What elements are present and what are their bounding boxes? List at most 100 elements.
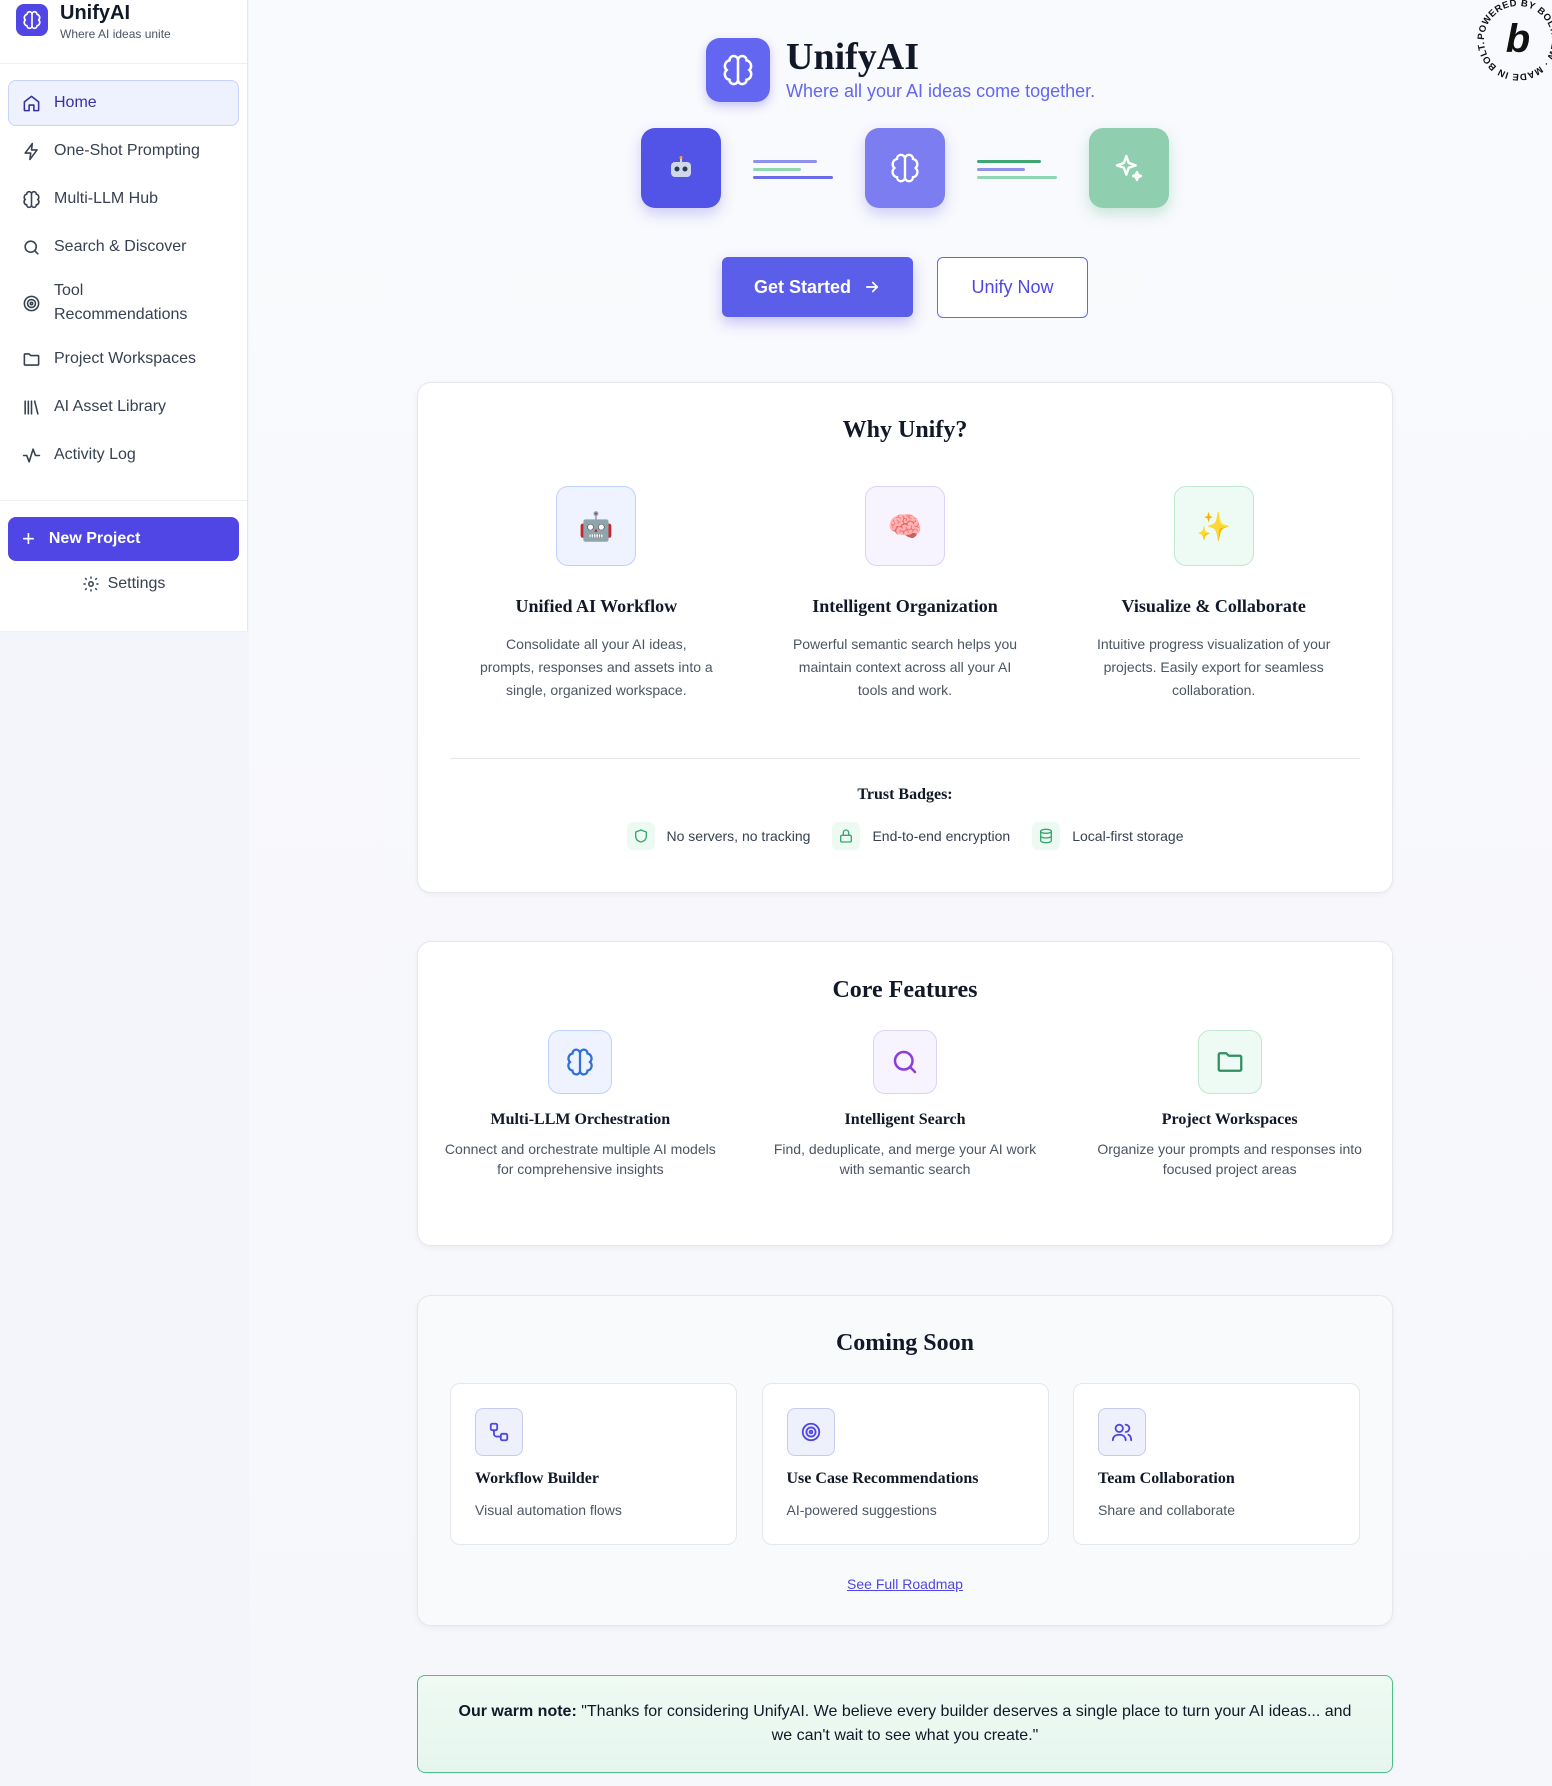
hero-actions: Get Started Unify Now: [722, 257, 1088, 318]
section-title: Core Features: [832, 977, 978, 1003]
coming-soon-card: Coming Soon Workflow Builder Visual auto…: [417, 1295, 1393, 1626]
sidebar-item-label: Tool Recommendations: [54, 282, 188, 323]
sidebar-item-multi-llm-hub[interactable]: Multi-LLM Hub: [8, 176, 239, 222]
sidebar-item-label: Project Workspaces: [54, 350, 196, 367]
hero-title: UnifyAI: [786, 36, 920, 78]
brand[interactable]: UnifyAI Where AI ideas unite: [0, 0, 247, 64]
connector-lines: [977, 148, 1057, 188]
divider: [450, 758, 1360, 759]
trust-badge-label: End-to-end encryption: [872, 828, 1011, 844]
lock-icon: [832, 822, 861, 850]
trust-badges: No servers, no tracking End-to-end encry…: [418, 822, 1392, 850]
feature-item: Intelligent Search Find, deduplicate, an…: [743, 1030, 1068, 1179]
brain-icon: [16, 4, 48, 36]
search-icon: [21, 237, 41, 257]
trust-badge: Local-first storage: [1032, 822, 1184, 850]
get-started-label: Get Started: [753, 276, 852, 297]
settings-label: Settings: [107, 575, 166, 592]
see-full-roadmap-link[interactable]: See Full Roadmap: [418, 1576, 1392, 1592]
lightning-icon: [21, 141, 41, 161]
brand-subtitle: Where AI ideas unite: [60, 27, 171, 41]
main-content: POWERED BY BOLT.NEW · MADE IN BOLT.NEW ·…: [249, 0, 1552, 1786]
sidebar-item-label: Home: [54, 94, 97, 111]
bolt-badge-letter: b: [1506, 17, 1530, 61]
arrow-right-icon: [863, 278, 881, 296]
warm-note-text: "Thanks for considering UnifyAI. We beli…: [581, 1703, 1352, 1744]
brain-icon: [548, 1030, 613, 1094]
coming-soon-item: Workflow Builder Visual automation flows: [450, 1383, 737, 1545]
brain-icon: [706, 37, 770, 102]
coming-soon-title: Team Collaboration: [1098, 1470, 1235, 1487]
feature-item: 🧠 Intelligent Organization Powerful sema…: [751, 486, 1060, 702]
settings-link[interactable]: Settings: [0, 575, 247, 593]
sidebar-item-label: One-Shot Prompting: [54, 142, 200, 159]
target-icon: [786, 1408, 835, 1456]
warm-note: Our warm note: "Thanks for considering U…: [417, 1675, 1393, 1773]
section-title: Why Unify?: [842, 417, 968, 443]
svg-text:POWERED BY BOLT.NEW · MADE IN: POWERED BY BOLT.NEW · MADE IN BOLT.NEW ·: [1452, 0, 1552, 82]
coming-soon-title: Use Case Recommendations: [786, 1470, 979, 1487]
feature-title: Multi-LLM Orchestration: [490, 1111, 671, 1128]
connector-lines: [753, 148, 833, 188]
feature-item: Project Workspaces Organize your prompts…: [1067, 1030, 1392, 1179]
coming-soon-description: Share and collaborate: [1098, 1502, 1235, 1518]
brand-title: UnifyAI: [60, 2, 130, 24]
coming-soon-item: Use Case Recommendations AI-powered sugg…: [761, 1383, 1049, 1545]
get-started-button[interactable]: Get Started: [722, 257, 913, 317]
sidebar-nav: Home One-Shot Prompting Multi-LLM Hub Se…: [0, 64, 247, 478]
robot-icon: 🤖: [556, 486, 637, 566]
hero-subtitle: Where all your AI ideas come together.: [786, 81, 1096, 101]
sidebar: UnifyAI Where AI ideas unite Home One-Sh…: [0, 0, 248, 632]
sidebar-item-project-workspaces[interactable]: Project Workspaces: [8, 336, 239, 382]
sidebar-item-label: Activity Log: [54, 446, 136, 463]
why-unify-card: Why Unify? 🤖 Unified AI Workflow Consoli…: [417, 382, 1393, 893]
bolt-badge[interactable]: POWERED BY BOLT.NEW · MADE IN BOLT.NEW ·…: [1447, 0, 1552, 90]
sidebar-item-label: Search & Discover: [54, 238, 187, 255]
feature-title: Visualize & Collaborate: [1121, 596, 1306, 616]
hero-header: UnifyAI Where all your AI ideas come tog…: [706, 37, 1095, 102]
sidebar-item-one-shot-prompting[interactable]: One-Shot Prompting: [8, 128, 239, 174]
database-icon: [1032, 822, 1061, 850]
feature-description: Organize your prompts and responses into…: [1097, 1141, 1362, 1177]
sparkles-icon: ✨: [1173, 486, 1254, 566]
feature-item: 🤖 Unified AI Workflow Consolidate all yo…: [442, 486, 751, 702]
feature-description: Find, deduplicate, and merge your AI wor…: [773, 1141, 1037, 1177]
coming-soon-description: AI-powered suggestions: [786, 1502, 937, 1518]
trust-badge-label: No servers, no tracking: [666, 828, 811, 844]
hero-flow-illustration: [641, 128, 1169, 208]
feature-description: Powerful semantic search helps you maint…: [792, 636, 1018, 698]
sidebar-item-activity-log[interactable]: Activity Log: [8, 432, 239, 478]
feature-item: ✨ Visualize & Collaborate Intuitive prog…: [1059, 486, 1368, 702]
trust-badge: No servers, no tracking: [626, 822, 811, 850]
trust-badge-label: Local-first storage: [1072, 828, 1184, 844]
unify-now-button[interactable]: Unify Now: [937, 257, 1088, 318]
coming-soon-item: Team Collaboration Share and collaborate: [1073, 1383, 1360, 1545]
shield-icon: [626, 822, 655, 850]
new-project-label: New Project: [48, 530, 141, 547]
brain-icon: [865, 128, 945, 208]
target-icon: [21, 293, 41, 313]
feature-title: Unified AI Workflow: [515, 596, 678, 616]
section-title: Coming Soon: [835, 1330, 975, 1356]
feature-item: Multi-LLM Orchestration Connect and orch…: [418, 1030, 743, 1179]
sidebar-item-label: AI Asset Library: [54, 398, 167, 415]
trust-badges-title: Trust Badges:: [857, 786, 953, 803]
gear-icon: [82, 575, 100, 593]
robot-icon: [641, 128, 721, 208]
core-features-card: Core Features Multi-LLM Orchestration Co…: [417, 941, 1393, 1246]
sparkles-icon: [1089, 128, 1169, 208]
brain-icon: [21, 189, 41, 209]
warm-note-label: Our warm note:: [458, 1703, 577, 1720]
library-icon: [21, 397, 41, 417]
sidebar-item-home[interactable]: Home: [8, 80, 239, 126]
bolt-badge-text: POWERED BY BOLT.NEW · MADE IN BOLT.NEW ·: [1447, 0, 1552, 82]
plus-icon: +: [22, 526, 35, 551]
sidebar-item-tool-recommendations[interactable]: Tool Recommendations: [8, 272, 239, 334]
unify-now-label: Unify Now: [971, 277, 1054, 297]
new-project-button[interactable]: + New Project: [8, 517, 239, 561]
coming-soon-description: Visual automation flows: [475, 1502, 622, 1518]
sidebar-item-ai-asset-library[interactable]: AI Asset Library: [8, 384, 239, 430]
activity-icon: [21, 445, 41, 465]
sidebar-divider: [0, 500, 247, 501]
sidebar-item-search-discover[interactable]: Search & Discover: [8, 224, 239, 270]
